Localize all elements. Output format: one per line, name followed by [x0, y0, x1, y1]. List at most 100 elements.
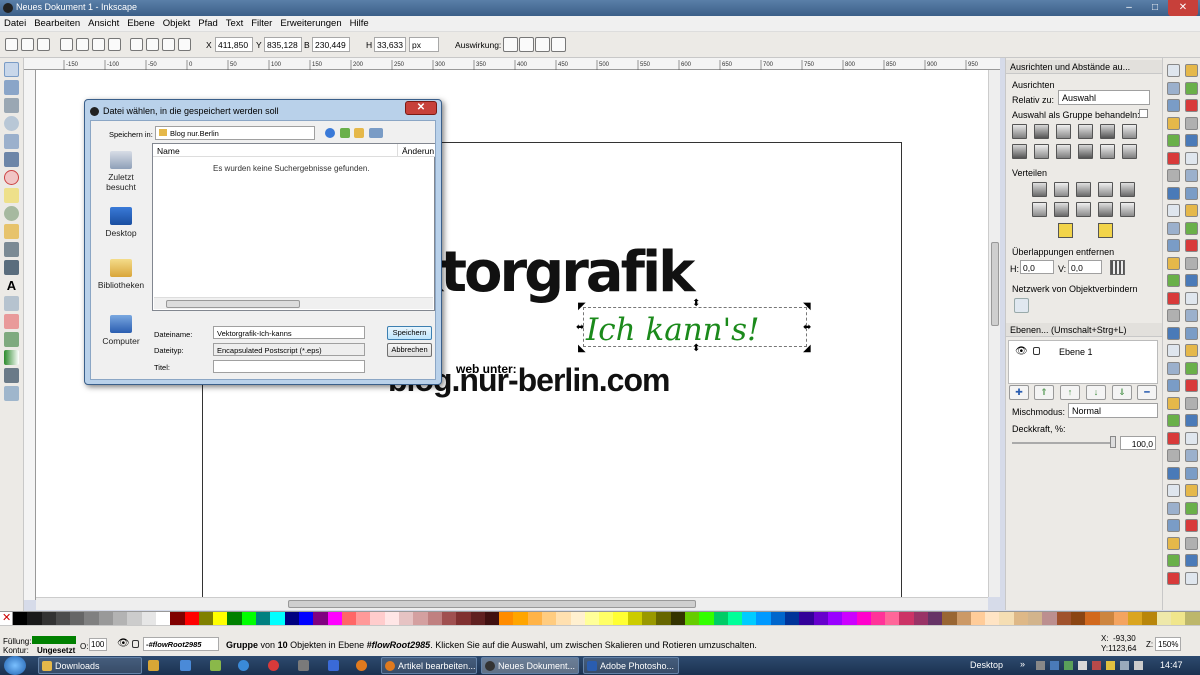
palette-swatch[interactable] — [198, 612, 214, 626]
flip-horizontal-icon[interactable] — [92, 38, 105, 51]
palette-swatch[interactable] — [427, 612, 442, 626]
palette-swatch[interactable] — [256, 612, 271, 626]
spiral-tool-icon[interactable] — [4, 206, 19, 221]
palette-swatch[interactable] — [670, 612, 685, 626]
start-orb-icon[interactable] — [4, 656, 26, 675]
horizontal-scrollbar[interactable] — [36, 597, 988, 610]
palette-swatch[interactable] — [356, 612, 371, 626]
heading-text[interactable]: ktorgrafik — [406, 240, 695, 305]
no-paint-swatch[interactable]: ✕ — [0, 612, 13, 626]
tray-icon-1[interactable] — [1036, 661, 1045, 670]
command-icon[interactable] — [1185, 99, 1198, 112]
remove-layer-button[interactable]: ━ — [1137, 385, 1157, 400]
dropper-tool-icon[interactable] — [4, 368, 19, 383]
dialog-close-button[interactable]: ✕ — [405, 101, 437, 115]
command-icon[interactable] — [1167, 204, 1180, 217]
menu-hilfe[interactable]: Hilfe — [346, 16, 373, 31]
fill-swatch[interactable] — [32, 636, 76, 644]
width-input[interactable]: 230,449 — [312, 37, 350, 52]
align-option-icon[interactable] — [1034, 124, 1049, 139]
task-firefox[interactable]: Artikel bearbeiten... — [381, 657, 477, 674]
palette-swatch[interactable] — [384, 612, 400, 626]
spray-tool-icon[interactable] — [4, 296, 19, 311]
vertical-scrollbar[interactable] — [988, 70, 1000, 597]
align-option-icon[interactable] — [1078, 144, 1093, 159]
palette-swatch[interactable] — [27, 612, 42, 626]
quicklaunch-icon-1[interactable] — [148, 660, 159, 671]
raise-to-top-icon[interactable] — [130, 38, 143, 51]
menu-bearbeiten[interactable]: Bearbeiten — [30, 16, 84, 31]
menu-pfad[interactable]: Pfad — [194, 16, 222, 31]
quicklaunch-icon-7[interactable] — [328, 660, 339, 671]
command-icon[interactable] — [1185, 239, 1198, 252]
eraser-tool-icon[interactable] — [4, 314, 19, 329]
clock[interactable]: 14:47 — [1160, 660, 1183, 670]
remove-overlaps-icon[interactable] — [1110, 260, 1125, 275]
layer-to-top-button[interactable]: ⇑ — [1034, 385, 1054, 400]
palette-swatch[interactable] — [184, 612, 199, 626]
command-icon[interactable] — [1185, 379, 1198, 392]
node-tool-icon[interactable] — [4, 80, 19, 95]
rotate-ccw-icon[interactable] — [60, 38, 73, 51]
minimize-button[interactable]: ‒ — [1116, 0, 1142, 16]
ellipse-tool-icon[interactable] — [4, 170, 19, 185]
command-icon[interactable] — [1167, 379, 1180, 392]
palette-swatch[interactable] — [942, 612, 957, 626]
palette-swatch[interactable] — [284, 612, 299, 626]
save-button[interactable]: Speichern — [387, 326, 432, 340]
height-input[interactable]: 33,633 — [374, 37, 406, 52]
task-downloads[interactable]: Downloads — [38, 657, 142, 674]
layer-lock-icon[interactable] — [1033, 347, 1040, 355]
connector-network-icon[interactable] — [1014, 298, 1029, 313]
tray-icon-2[interactable] — [1050, 661, 1059, 670]
command-icon[interactable] — [1167, 484, 1180, 497]
star-tool-icon[interactable] — [4, 188, 19, 203]
layers-panel-header[interactable]: Ebenen... (Umschalt+Strg+L) — [1006, 323, 1163, 337]
command-icon[interactable] — [1185, 81, 1198, 95]
scale-corners-icon[interactable] — [519, 37, 534, 52]
palette-swatch[interactable] — [1156, 612, 1172, 626]
new-folder-icon[interactable] — [354, 128, 364, 138]
script-text[interactable]: Ich kann's! — [586, 312, 760, 348]
palette-swatch[interactable] — [227, 612, 242, 626]
command-icon[interactable] — [1185, 344, 1198, 357]
command-icon[interactable] — [1167, 134, 1180, 147]
command-icon[interactable] — [1185, 274, 1198, 287]
up-folder-icon[interactable] — [340, 128, 350, 138]
paint-bucket-tool-icon[interactable] — [4, 332, 19, 347]
command-icon[interactable] — [1185, 484, 1198, 497]
command-icon[interactable] — [1185, 204, 1198, 217]
tweak-tool-icon[interactable] — [4, 98, 19, 113]
palette-swatch[interactable] — [55, 612, 71, 626]
horizontal-scroll-thumb[interactable] — [288, 600, 696, 608]
palette-swatch[interactable] — [1013, 612, 1029, 626]
align-option-icon[interactable] — [1078, 124, 1093, 139]
scale-handle-r[interactable]: ⬌ — [803, 323, 811, 333]
palette-swatch[interactable] — [885, 612, 900, 626]
menu-erweiterungen[interactable]: Erweiterungen — [276, 16, 345, 31]
command-icon[interactable] — [1167, 449, 1180, 462]
scale-handle-bl[interactable]: ◣ — [578, 344, 586, 354]
palette-swatch[interactable] — [756, 612, 771, 626]
palette-swatch[interactable] — [899, 612, 914, 626]
scale-handle-tr[interactable]: ◥ — [803, 302, 811, 312]
palette-swatch[interactable] — [913, 612, 928, 626]
blend-mode-select[interactable]: Normal — [1068, 403, 1158, 418]
distribute-option-icon[interactable] — [1120, 182, 1135, 197]
menu-datei[interactable]: Datei — [0, 16, 30, 31]
command-icon[interactable] — [1167, 151, 1180, 165]
command-icon[interactable] — [1185, 501, 1198, 515]
text-tool-icon[interactable]: A — [4, 278, 19, 293]
command-icon[interactable] — [1167, 536, 1180, 550]
palette-swatch[interactable] — [656, 612, 671, 626]
y-input[interactable]: 835,128 — [264, 37, 302, 52]
title-input[interactable] — [213, 360, 365, 373]
palette-swatch[interactable] — [70, 612, 85, 626]
palette-swatch[interactable] — [313, 612, 328, 626]
command-icon[interactable] — [1185, 554, 1198, 567]
distribute-option-icon[interactable] — [1032, 202, 1047, 217]
add-layer-button[interactable]: ✚ — [1009, 385, 1029, 400]
distribute-option-icon[interactable] — [1054, 182, 1069, 197]
command-icon[interactable] — [1185, 571, 1198, 585]
distribute-option-icon[interactable] — [1098, 182, 1113, 197]
